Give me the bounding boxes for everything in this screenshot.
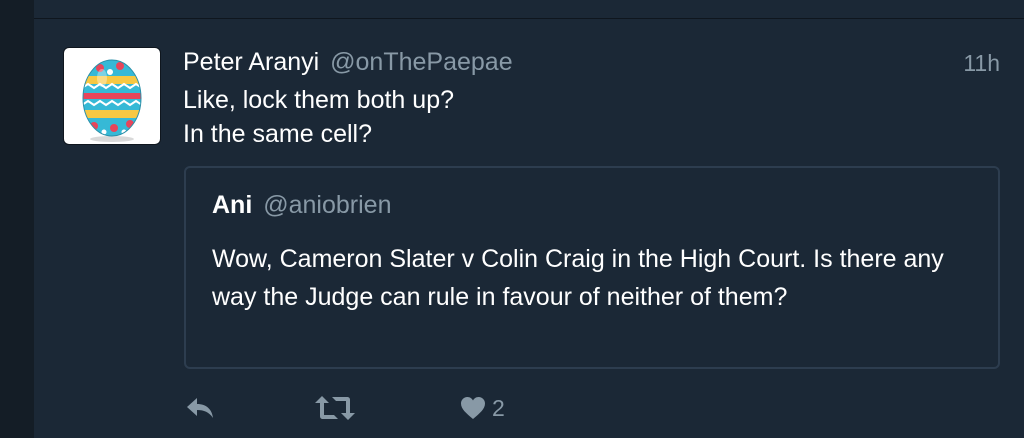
app-canvas: Peter Aranyi @onThePaepae 11h Like, lock… <box>0 0 1024 438</box>
avatar[interactable] <box>63 47 161 145</box>
tweet-text: Like, lock them both up? In the same cel… <box>183 83 963 151</box>
quoted-tweet[interactable]: Ani @aniobrien Wow, Cameron Slater v Col… <box>184 166 1000 369</box>
quoted-tweet-text: Wow, Cameron Slater v Colin Craig in the… <box>212 245 944 311</box>
heart-icon <box>461 397 485 419</box>
quoted-author: Ani @aniobrien <box>212 190 391 220</box>
reply-button[interactable] <box>184 391 216 425</box>
like-button[interactable]: 2 <box>460 391 505 425</box>
left-rail <box>0 0 34 438</box>
tweet-text-line: In the same cell? <box>183 120 372 148</box>
easter-egg-icon <box>82 59 142 142</box>
quoted-author-handle: @aniobrien <box>263 191 392 219</box>
tweet-author[interactable]: Peter Aranyi @onThePaepae <box>183 47 513 77</box>
quoted-author-name: Ani <box>212 191 253 219</box>
previous-tweet-divider <box>34 0 1024 19</box>
like-count: 2 <box>492 394 505 421</box>
author-name[interactable]: Peter Aranyi <box>183 48 319 76</box>
retweet-icon <box>315 396 355 420</box>
tweet[interactable]: Peter Aranyi @onThePaepae 11h Like, lock… <box>34 19 1024 438</box>
tweet-actions: 2 <box>184 391 684 425</box>
author-handle[interactable]: @onThePaepae <box>330 48 512 76</box>
reply-icon <box>187 398 213 418</box>
tweet-timestamp[interactable]: 11h <box>963 48 1000 78</box>
tweet-text-line: Like, lock them both up? <box>183 86 454 114</box>
retweet-button[interactable] <box>314 391 356 425</box>
